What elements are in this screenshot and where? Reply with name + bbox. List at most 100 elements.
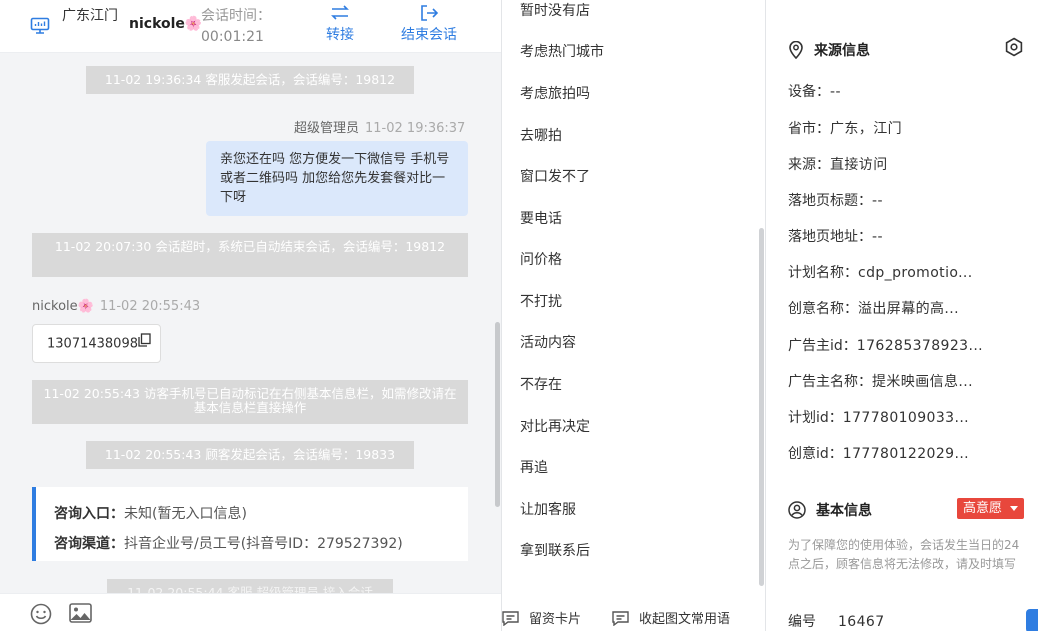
agent-message-bubble: 亲您还在吗 您方便发一下微信号 手机号或者二维码吗 加您给您先发套餐对比一下呀 [206, 141, 468, 216]
field-label: 落地页标题： [788, 193, 872, 209]
message-time: 11-02 19:36:37 [365, 121, 466, 136]
field-label: 广告主id： [788, 338, 857, 354]
phrase-item[interactable]: 要电话 [520, 208, 562, 228]
phrase-item[interactable]: 去哪拍 [520, 125, 562, 145]
message-sender: nickole🌸 11-02 20:55:43 [32, 299, 200, 314]
consult-entry-value: 未知(暂无入口信息) [124, 506, 247, 522]
info-field-region: 省市：广东，江门 [788, 118, 902, 138]
visitor-location: 广东江门 [62, 8, 118, 24]
sender-name: 超级管理员 [294, 121, 360, 136]
info-field-advertiser-id: 广告主id：176285378923... [788, 335, 983, 355]
settings-icon[interactable] [1004, 37, 1024, 61]
phrase-item[interactable]: 问价格 [520, 249, 562, 269]
phrase-item[interactable]: 拿到联系后 [520, 540, 590, 560]
consult-channel-label: 咨询渠道： [54, 536, 124, 552]
info-field-creative-id: 创意id：177780122029... [788, 443, 969, 463]
end-session-button[interactable]: 结束会话 [396, 4, 462, 44]
field-label: 计划id： [788, 410, 843, 426]
system-message: 11-02 20:07:30 会话超时，系统已自动结束会话，会话编号：19812 [32, 233, 468, 277]
phrase-item[interactable]: 活动内容 [520, 332, 576, 352]
system-message: 11-02 19:36:34 客服发起会话，会话编号：19812 [86, 66, 414, 94]
basic-info-title: 基本信息 [788, 500, 872, 520]
chat-input-toolbar [0, 593, 501, 631]
phrase-item[interactable]: 窗口发不了 [520, 166, 590, 186]
info-field-plan-id: 计划id：177780109033... [788, 407, 969, 427]
lead-card-button[interactable]: 留资卡片 [502, 608, 581, 627]
exit-icon [421, 5, 439, 21]
phrase-item[interactable]: 暂时没有店 [520, 0, 590, 20]
phrase-item[interactable]: 不打扰 [520, 291, 562, 311]
field-value: 177780122029... [842, 446, 970, 462]
field-value: 溢出屏幕的高... [858, 301, 959, 317]
chat-panel: 广东江门 nickole🌸 会话时间： 00:01:21 转接 结束会话 11-… [0, 0, 502, 631]
collapse-phrases-button[interactable]: 收起图文常用语 [612, 608, 730, 627]
field-label: 创意名称： [788, 301, 858, 317]
sender-name: nickole🌸 [32, 299, 94, 314]
image-icon[interactable] [69, 603, 92, 627]
system-message-clipped: 11-02 20:55:44 客服 超级管理员 接入会话 [107, 579, 393, 593]
field-value: 177780109033... [842, 410, 970, 426]
info-field-landing-title: 落地页标题：-- [788, 190, 883, 210]
system-message-cut: 11-02 20:55:44 客服 超级管理员 接入会话 [107, 579, 393, 593]
field-label: 省市： [788, 121, 830, 137]
phrase-scrollbar[interactable] [759, 228, 764, 586]
collapse-phrases-label: 收起图文常用语 [639, 612, 731, 627]
transfer-icon [331, 5, 349, 20]
basic-info-label: 基本信息 [816, 503, 872, 519]
visitor-info-panel: 来源信息 设备：-- 省市：广东，江门 来源：直接访问 落地页标题：-- 落地页… [766, 0, 1038, 631]
phrase-item[interactable]: 不存在 [520, 374, 562, 394]
emoji-icon[interactable] [30, 603, 52, 629]
field-label: 来源： [788, 157, 830, 173]
field-label: 设备： [788, 84, 830, 100]
field-label: 编号 [788, 614, 816, 630]
consult-entry-label: 咨询入口： [54, 506, 124, 522]
caret-down-icon [1010, 506, 1018, 511]
user-circle-icon [788, 501, 806, 519]
field-label: 计划名称： [788, 265, 858, 281]
transfer-button[interactable]: 转接 [322, 4, 358, 44]
phrase-item[interactable]: 让加客服 [520, 499, 576, 519]
system-message: 11-02 20:55:43 顾客发起会话，会话编号：19833 [86, 441, 414, 469]
consult-info-card: 咨询入口：未知(暂无入口信息) 咨询渠道：抖音企业号/员工号(抖音号ID：279… [32, 487, 468, 561]
consult-channel-row: 咨询渠道：抖音企业号/员工号(抖音号ID：279527392) [54, 529, 450, 559]
phrase-item[interactable]: 再追 [520, 457, 548, 477]
info-field-source: 来源：直接访问 [788, 154, 888, 174]
info-field-landing-url: 落地页地址：-- [788, 226, 883, 246]
info-field-id: 编号 16467 [788, 611, 885, 631]
field-value: -- [872, 193, 883, 209]
consult-entry-row: 咨询入口：未知(暂无入口信息) [54, 499, 450, 529]
system-message: 11-02 20:55:43 访客手机号已自动标记在右侧基本信息栏，如需修改请在… [32, 380, 468, 424]
phrase-item[interactable]: 考虑旅拍吗 [520, 83, 590, 103]
source-info-title: 来源信息 [788, 40, 870, 60]
copy-icon[interactable] [138, 325, 151, 363]
monitor-icon [30, 16, 50, 36]
visitor-phone: 13071438098 [47, 336, 138, 352]
field-value: 提米映画信息... [872, 374, 973, 390]
transfer-label: 转接 [326, 27, 354, 43]
field-value: 176285378923... [856, 338, 984, 354]
location-pin-icon [789, 40, 803, 60]
visitor-phone-bubble: 13071438098 [32, 324, 161, 363]
floating-side-tab[interactable] [1026, 609, 1038, 631]
field-value: 广东，江门 [830, 121, 902, 137]
chat-header: 广东江门 nickole🌸 会话时间： 00:01:21 转接 结束会话 [0, 0, 501, 53]
message-sender: 超级管理员 11-02 19:36:37 [294, 117, 465, 136]
field-label: 落地页地址： [788, 229, 872, 245]
end-session-label: 结束会话 [401, 27, 457, 43]
info-field-plan-name: 计划名称：cdp_promotio... [788, 262, 973, 282]
session-time-label: 会话时间： [201, 8, 271, 24]
chat-scrollbar[interactable] [495, 322, 500, 507]
phrase-item[interactable]: 考虑热门城市 [520, 41, 604, 61]
field-label: 广告主名称： [788, 374, 872, 390]
intent-dropdown[interactable]: 高意愿 [957, 498, 1024, 519]
field-value: -- [830, 84, 841, 100]
field-value: -- [872, 229, 883, 245]
info-field-device: 设备：-- [788, 81, 841, 101]
info-field-creative-name: 创意名称：溢出屏幕的高... [788, 298, 959, 318]
field-value: 16467 [838, 614, 885, 630]
info-field-advertiser-name: 广告主名称：提米映画信息... [788, 371, 973, 391]
consult-channel-value: 抖音企业号/员工号(抖音号ID：279527392) [124, 536, 403, 552]
session-time: 00:01:21 [201, 29, 264, 45]
message-icon [612, 611, 629, 627]
phrase-item[interactable]: 对比再决定 [520, 416, 590, 436]
